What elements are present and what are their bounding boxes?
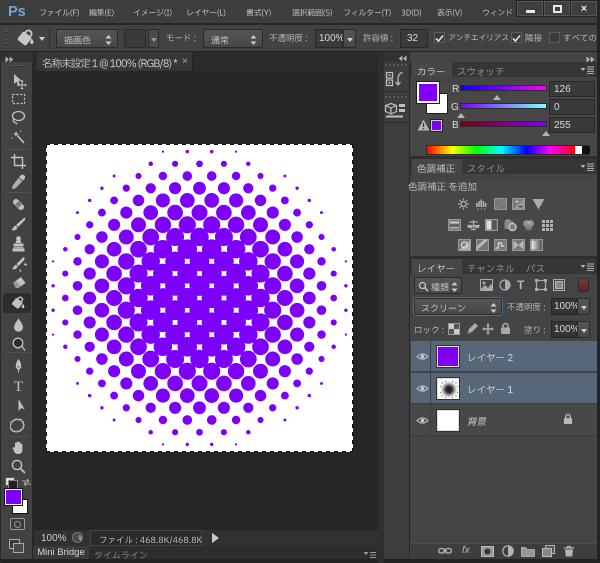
svg-text:+: +: [515, 199, 519, 206]
svg-text:T: T: [14, 379, 23, 394]
